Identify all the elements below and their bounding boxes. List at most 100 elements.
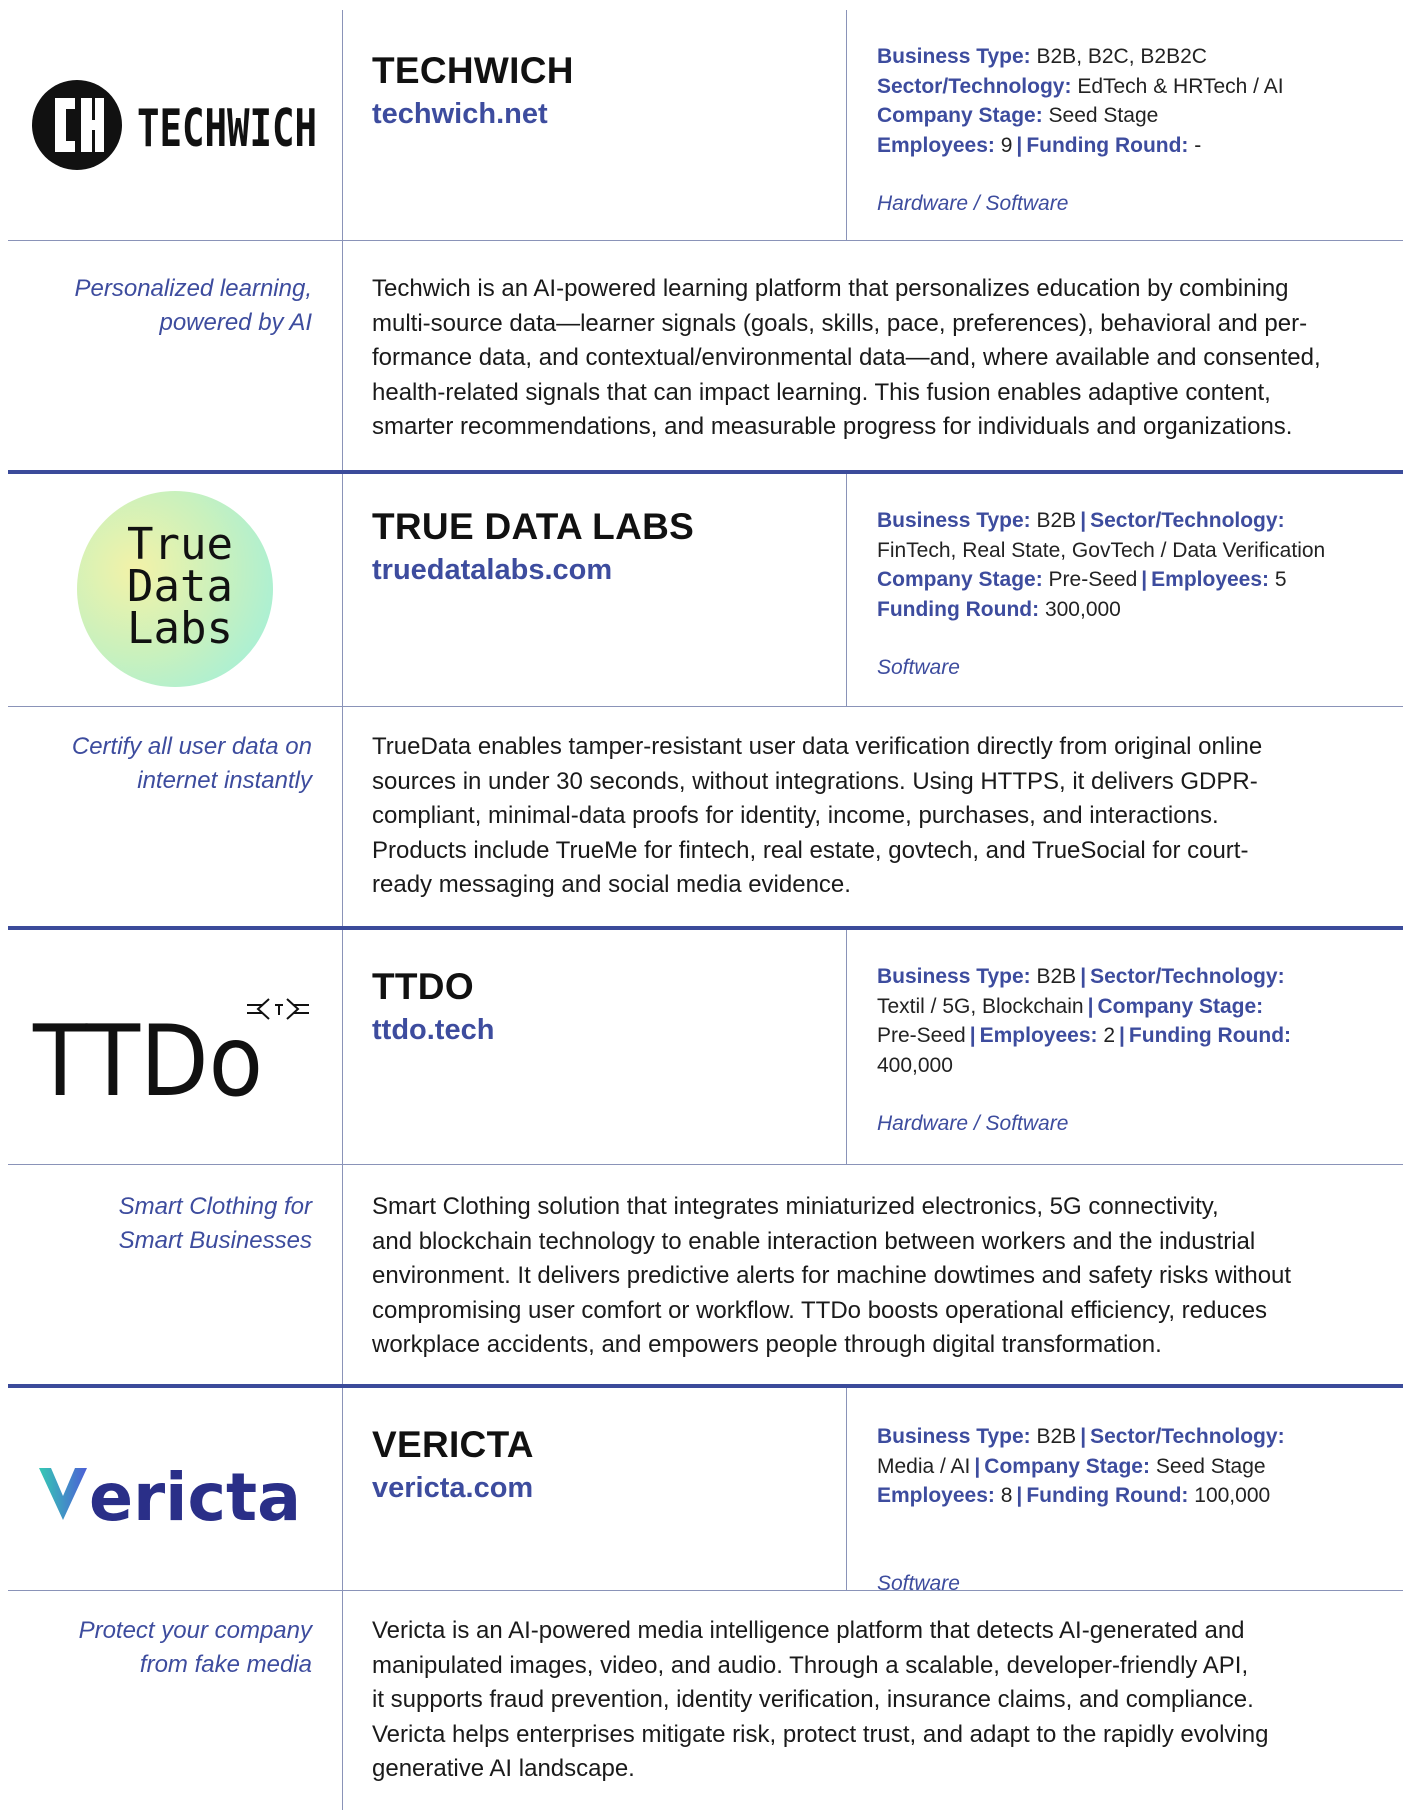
meta-value: 2 (1103, 1024, 1116, 1047)
company-tagline: Certify all user data on internet instant… (30, 730, 312, 798)
tagline-line: Smart Clothing for (118, 1193, 312, 1220)
meta-value: 300,000 (1044, 597, 1121, 621)
meta-line: Business Type: B2B | Sector/Technology: (877, 506, 1377, 536)
meta-value: Pre-Seed (1048, 568, 1138, 591)
meta-key: Business Type: (877, 45, 1031, 68)
meta-key: Funding Round: (1128, 1024, 1292, 1047)
meta-line: 400,000 (877, 1051, 1377, 1081)
meta-key: Employees: (877, 1484, 995, 1507)
description-line: compromising user comfort or workflow. T… (372, 1296, 1268, 1324)
tagline-line: powered by AI (159, 309, 312, 336)
meta-key: Sector/Technology: (1090, 965, 1285, 988)
logo-circle (32, 80, 122, 170)
meta-line: FinTech, Real State, GovTech / Data Veri… (877, 536, 1377, 566)
description-line: it supports fraud prevention, identity v… (372, 1686, 1254, 1713)
meta-key: Sector/Technology: (1090, 1425, 1285, 1448)
meta-separator: | (1016, 1484, 1023, 1507)
company-logo: ericta (39, 1459, 301, 1536)
logo-wordmark: TECHWICH (137, 99, 317, 159)
company-name: TTDO (372, 966, 474, 1007)
company-tagline: Personalized learning, powered by AI (30, 272, 312, 340)
description-line: and blockchain technology to enable inte… (372, 1227, 1256, 1255)
meta-line: Sector/Technology: EdTech & HRTech / AI (877, 72, 1377, 102)
meta-value: 8 (1000, 1484, 1013, 1507)
company-url-link[interactable]: ttdo.tech (372, 1014, 494, 1047)
meta-separator: | (974, 1454, 981, 1478)
tagline-line: Personalized learning, (74, 275, 312, 302)
description-line: sources in under 30 seconds, without int… (372, 767, 1258, 795)
row-divider (8, 1164, 1403, 1165)
meta-value: Seed Stage (1155, 1454, 1266, 1478)
logo-container: ericta (8, 1386, 342, 1590)
meta-line: Pre-Seed | Employees: 2 | Funding Round: (877, 1021, 1377, 1051)
meta-separator: | (1141, 568, 1148, 591)
meta-value: Seed Stage (1048, 104, 1159, 127)
description-line: workplace accidents, and empowers people… (372, 1331, 1162, 1358)
description-line: generative AI landscape. (372, 1755, 635, 1782)
description-line: Smart Clothing solution that integrates … (372, 1193, 1219, 1220)
company-name: TRUE DATA LABS (372, 506, 695, 547)
logo-wordmark: ericta (89, 1459, 301, 1536)
company-tagline: Smart Clothing for Smart Businesses (30, 1190, 312, 1258)
meta-divider (846, 1388, 847, 1590)
company-logo: TrueDataLabs (77, 491, 273, 687)
meta-value: 9 (1000, 133, 1013, 157)
meta-line: Media / AI | Company Stage: Seed Stage (877, 1452, 1377, 1482)
meta-line: Company Stage: Pre-Seed | Employees: 5 (877, 565, 1377, 595)
row-divider (8, 240, 1403, 241)
meta-separator: | (1087, 994, 1094, 1018)
company-category: Software (877, 656, 960, 679)
company-name: TECHWICH (372, 50, 574, 91)
meta-key: Funding Round: (1026, 1484, 1189, 1507)
company-url-link[interactable]: truedatalabs.com (372, 554, 612, 587)
company-url-link[interactable]: vericta.com (372, 1472, 533, 1505)
description-line: formance data, and contextual/environmen… (372, 344, 1321, 371)
meta-line: Employees: 9 | Funding Round: - (877, 131, 1377, 161)
meta-key: Company Stage: (984, 1454, 1150, 1478)
tagline-line: Smart Businesses (118, 1227, 312, 1254)
description-line: ready messaging and social media evidenc… (372, 871, 851, 898)
tagline-line: Protect your company (78, 1617, 312, 1644)
logo-wordmark: TTDo (32, 1005, 263, 1111)
meta-key: Funding Round: (877, 597, 1040, 621)
meta-value: FinTech, Real State, GovTech / Data Veri… (877, 538, 1326, 562)
company-category: Hardware / Software (877, 1112, 1069, 1135)
column-divider (342, 10, 343, 1810)
description-line: Vericta helps enterprises mitigate risk,… (372, 1720, 1269, 1748)
meta-line: Funding Round: 300,000 (877, 595, 1377, 625)
meta-separator: | (1016, 133, 1023, 157)
meta-value: B2B, B2C, B2B2C (1036, 45, 1207, 68)
meta-key: Business Type: (877, 1425, 1031, 1448)
company-category: Hardware / Software (877, 192, 1069, 215)
company-logo: TTDo (32, 998, 309, 1111)
meta-value: - (1194, 133, 1202, 157)
description-line: smarter recommendations, and measurable … (372, 413, 1293, 440)
meta-key: Business Type: (877, 509, 1031, 532)
meta-value: 100,000 (1194, 1484, 1271, 1507)
company-url-link[interactable]: techwich.net (372, 98, 548, 131)
meta-key: Company Stage: (1097, 994, 1264, 1018)
row-divider (8, 1590, 1403, 1591)
meta-separator: | (969, 1024, 976, 1047)
meta-key: Employees: (877, 133, 995, 157)
company-category: Software (877, 1572, 960, 1595)
meta-value: Pre-Seed (877, 1024, 966, 1047)
meta-line: Employees: 8 | Funding Round: 100,000 (877, 1481, 1377, 1511)
meta-divider (846, 474, 847, 706)
meta-line: Textil / 5G, Blockchain | Company Stage: (877, 992, 1377, 1022)
company-name: VERICTA (372, 1424, 534, 1465)
meta-line: Company Stage: Seed Stage (877, 101, 1377, 131)
meta-value: B2B (1036, 509, 1077, 532)
tagline-line: Certify all user data on (71, 733, 312, 760)
meta-divider (846, 10, 847, 240)
tagline-line: internet instantly (137, 767, 312, 794)
description-line: health-related signals that can impact l… (372, 378, 1271, 406)
meta-key: Funding Round: (1026, 133, 1189, 157)
meta-separator: | (1119, 1024, 1125, 1047)
logo-container: TECHWICH (8, 10, 342, 240)
description-line: compliant, minimal-data proofs for ident… (372, 802, 1219, 829)
description-line: Techwich is an AI-powered learning platf… (372, 275, 1289, 302)
description-line: multi-source data—learner signals (goals… (372, 309, 1308, 337)
meta-line: Business Type: B2B | Sector/Technology: (877, 1422, 1377, 1452)
company-description: TrueData enables tamper-resistant user d… (372, 730, 1382, 903)
